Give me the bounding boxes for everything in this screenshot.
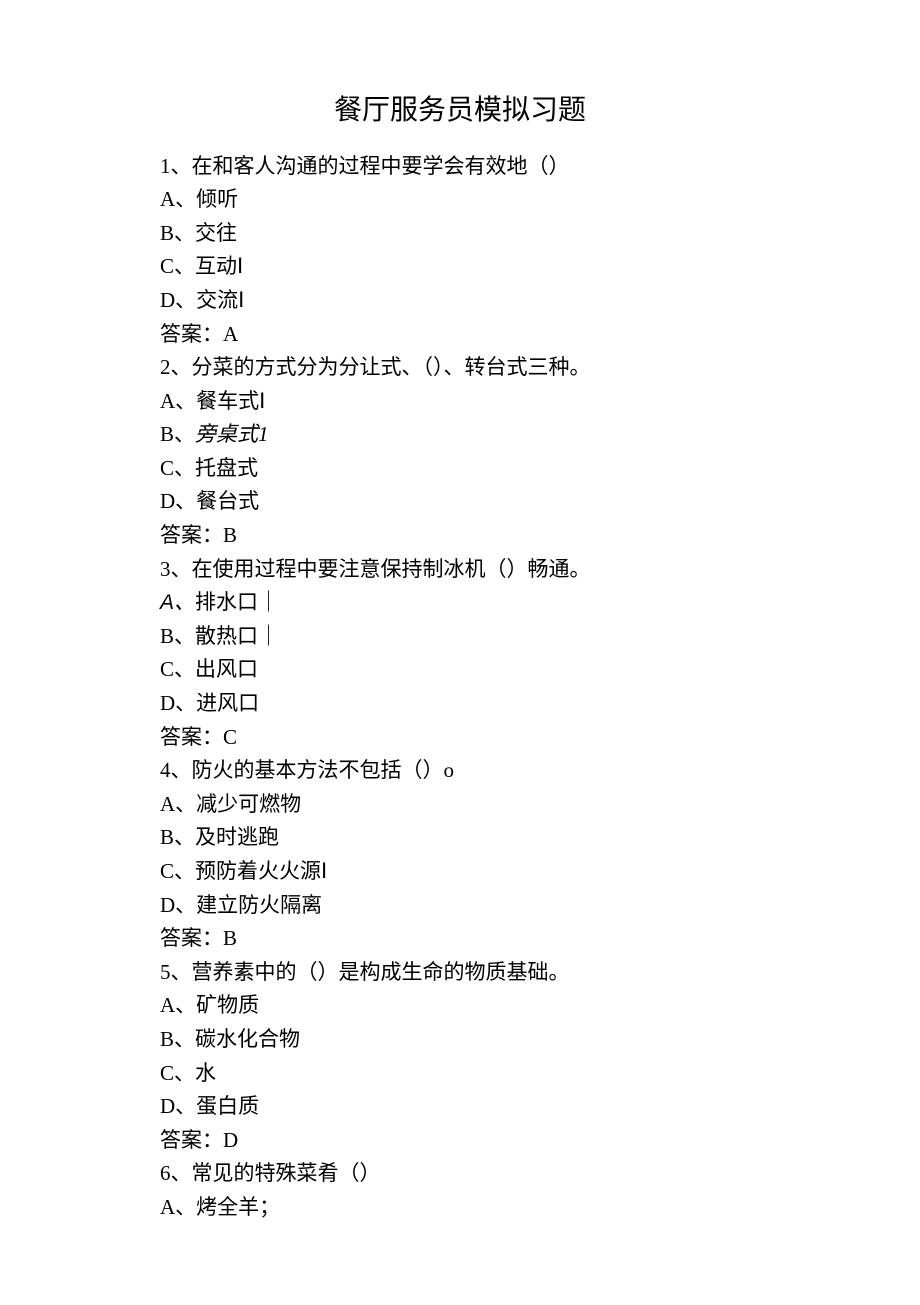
question-option: C、预防着火火源Ⅰ: [160, 855, 760, 889]
question-answer: 答案：C: [160, 721, 760, 755]
question-option: B、交往: [160, 217, 760, 251]
page-title: 餐厅服务员模拟习题: [160, 89, 760, 134]
question-answer: 答案：B: [160, 922, 760, 956]
question-option: D、建立防火隔离: [160, 889, 760, 923]
question-option: A、倾听: [160, 183, 760, 217]
question-option: A、排水口｜: [160, 586, 760, 620]
question-option: A、矿物质: [160, 989, 760, 1023]
question-option: B、碳水化合物: [160, 1023, 760, 1057]
question-option: D、餐台式: [160, 485, 760, 519]
question-option: B、散热口｜: [160, 620, 760, 654]
question-answer: 答案：B: [160, 519, 760, 553]
question-option: D、蛋白质: [160, 1090, 760, 1124]
question-option: D、交流Ⅰ: [160, 284, 760, 318]
question-option: B、旁桌式1: [160, 418, 760, 452]
question-answer: 答案：D: [160, 1124, 760, 1158]
question-stem: 3、在使用过程中要注意保持制冰机（）畅通。: [160, 553, 760, 587]
question-option: D、进风口: [160, 687, 760, 721]
document-page: 餐厅服务员模拟习题 1、在和客人沟通的过程中要学会有效地（） A、倾听 B、交往…: [0, 0, 920, 1305]
question-option: B、及时逃跑: [160, 821, 760, 855]
question-answer: 答案：A: [160, 318, 760, 352]
question-option: C、出风口: [160, 653, 760, 687]
question-option: A、减少可燃物: [160, 788, 760, 822]
question-stem: 4、防火的基本方法不包括（）o: [160, 754, 760, 788]
question-stem: 2、分菜的方式分为分让式、（）、转台式三种。: [160, 351, 760, 385]
question-option: A、烤全羊；: [160, 1191, 760, 1225]
question-option: C、托盘式: [160, 452, 760, 486]
question-option: C、互动Ⅰ: [160, 250, 760, 284]
question-stem: 5、营养素中的（）是构成生命的物质基础。: [160, 956, 760, 990]
question-stem: 1、在和客人沟通的过程中要学会有效地（）: [160, 150, 760, 184]
question-option: A、餐车式Ⅰ: [160, 385, 760, 419]
question-option: C、水: [160, 1057, 760, 1091]
question-stem: 6、常见的特殊菜肴（）: [160, 1157, 760, 1191]
